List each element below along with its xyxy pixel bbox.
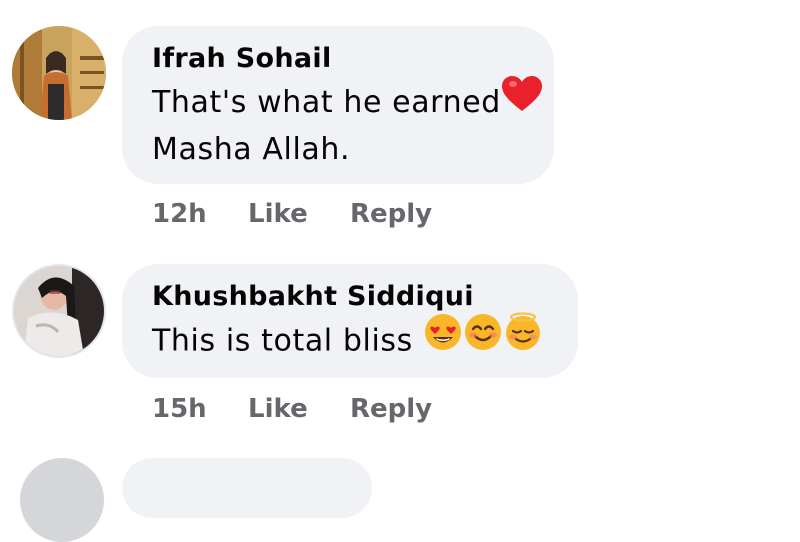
heart-eyes-icon <box>423 312 463 366</box>
comment-text: This is total bliss <box>152 323 413 359</box>
comment-timestamp[interactable]: 12h <box>152 199 248 229</box>
comment-author[interactable]: Khushbakht Siddiqui <box>152 280 548 314</box>
comment-bubble: Khushbakht Siddiqui This is total bliss <box>122 264 578 378</box>
avatar[interactable] <box>12 264 106 358</box>
reply-button[interactable]: Reply <box>350 199 432 229</box>
avatar-photo <box>12 26 106 120</box>
red-heart-icon <box>501 75 543 127</box>
relieved-face-icon <box>503 312 543 366</box>
avatar-photo <box>14 266 104 356</box>
comment-actions: 12h Like Reply <box>152 199 432 229</box>
comment-bubble <box>122 458 372 518</box>
comment-text-line: That's what he earned <box>152 75 542 127</box>
avatar[interactable] <box>20 458 104 542</box>
comment-author[interactable]: Ifrah Sohail <box>152 42 524 76</box>
like-button[interactable]: Like <box>248 394 350 424</box>
comment-timestamp[interactable]: 15h <box>152 394 248 424</box>
comment-text-line2: Masha Allah. <box>152 131 351 167</box>
comment-bubble: Ifrah Sohail That's what he earned Masha… <box>122 26 554 184</box>
comment-text-line: This is total bliss <box>152 312 548 366</box>
smiling-face-icon <box>463 312 503 366</box>
comment-actions: 15h Like Reply <box>152 394 432 424</box>
reply-button[interactable]: Reply <box>350 394 432 424</box>
comment-text: That's what he earned <box>152 85 501 120</box>
like-button[interactable]: Like <box>248 199 350 229</box>
avatar[interactable] <box>12 26 106 120</box>
